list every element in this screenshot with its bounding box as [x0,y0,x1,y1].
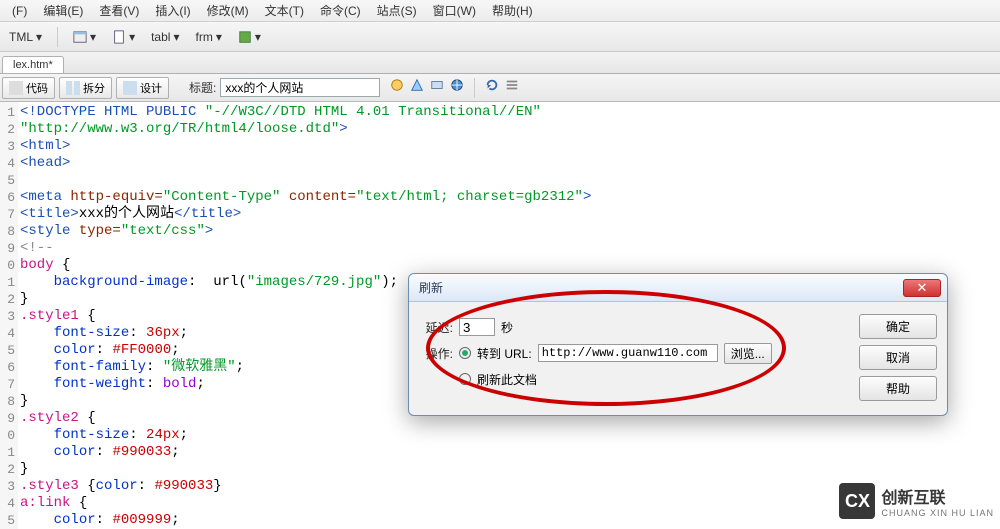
menu-text[interactable]: 文本(T) [257,0,312,21]
dialog-title: 刷新 [419,279,443,296]
document-icon[interactable]: ▾ [107,28,140,46]
cancel-button[interactable]: 取消 [859,345,937,370]
menu-bar: (F) 编辑(E) 查看(V) 插入(I) 修改(M) 文本(T) 命令(C) … [0,0,1000,22]
menu-edit[interactable]: 编辑(E) [35,0,91,21]
watermark-icon: CX [839,483,875,519]
browse-button[interactable]: 浏览... [724,343,772,364]
goto-url-radio[interactable] [459,347,471,359]
view-bar: 代码 拆分 设计 标题: [0,74,1000,102]
menu-command[interactable]: 命令(C) [312,0,369,21]
chevron-down-icon: ▾ [36,30,42,44]
menu-file[interactable]: (F) [4,2,35,20]
goto-url-label: 转到 URL: [477,345,532,362]
tool-icon-2[interactable] [410,78,424,92]
delay-unit: 秒 [501,319,513,336]
doctype-dropdown[interactable]: TML ▾ [4,28,47,46]
tabl-dropdown[interactable]: tabl ▾ [146,28,184,46]
menu-help[interactable]: 帮助(H) [484,0,541,21]
design-view-button[interactable]: 设计 [116,77,169,99]
watermark: CX 创新互联 CHUANG XIN HU LIAN [839,483,994,519]
title-label: 标题: [189,79,216,96]
frm-dropdown[interactable]: frm ▾ [190,28,226,46]
refresh-dialog: 刷新 ✕ 延迟: 秒 操作: 转到 URL: 浏览... 刷新此文档 [408,273,948,416]
menu-window[interactable]: 窗口(W) [425,0,484,21]
watermark-sub: CHUANG XIN HU LIAN [881,508,994,518]
close-icon[interactable]: ✕ [903,279,941,297]
dialog-titlebar[interactable]: 刷新 ✕ [409,274,947,302]
watermark-brand: 创新互联 [881,484,994,508]
refresh-doc-label: 刷新此文档 [477,371,537,388]
goto-url-input[interactable] [538,344,718,362]
code-view-button[interactable]: 代码 [2,77,55,99]
ok-button[interactable]: 确定 [859,314,937,339]
tab-document[interactable]: lex.htm* [2,56,64,73]
refresh-icon[interactable] [485,78,499,92]
calendar-icon[interactable]: ▾ [68,28,101,46]
split-view-button[interactable]: 拆分 [59,77,112,99]
delay-label: 延迟: [419,319,453,336]
globe-icon[interactable] [450,78,464,92]
menu-site[interactable]: 站点(S) [369,0,425,21]
menu-view[interactable]: 查看(V) [91,0,147,21]
refresh-doc-radio[interactable] [459,373,471,385]
menu-modify[interactable]: 修改(M) [199,0,257,21]
operation-label: 操作: [419,345,453,362]
tab-bar: lex.htm* [0,52,1000,74]
tool-icon-1[interactable] [390,78,404,92]
delay-input[interactable] [459,318,495,336]
help-button[interactable]: 帮助 [859,376,937,401]
tool-icon-3[interactable] [430,78,444,92]
list-icon[interactable] [505,78,519,92]
toolbar: TML ▾ ▾ ▾ tabl ▾ frm ▾ ▾ [0,22,1000,52]
book-icon[interactable]: ▾ [233,28,266,46]
title-input[interactable] [220,78,380,97]
menu-insert[interactable]: 插入(I) [147,0,198,21]
